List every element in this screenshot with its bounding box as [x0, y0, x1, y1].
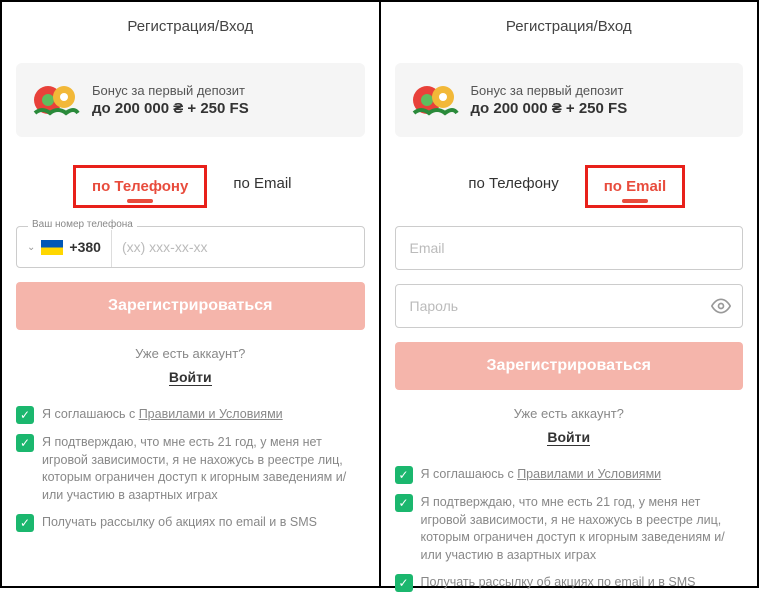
bonus-line1: Бонус за первый депозит: [92, 83, 249, 98]
password-wrap: [395, 284, 744, 342]
bonus-line2: до 200 000 ₴ + 250 FS: [92, 100, 249, 117]
check-age: ✓ Я подтверждаю, что мне есть 21 год, у …: [395, 494, 744, 564]
terms-prefix: Я соглашаюсь с: [42, 407, 139, 421]
checkbox-promo[interactable]: ✓: [16, 514, 34, 532]
checkbox-age[interactable]: ✓: [16, 434, 34, 452]
bonus-line1: Бонус за первый депозит: [471, 83, 628, 98]
page-title: Регистрация/Вход: [395, 18, 744, 35]
register-button[interactable]: Зарегистрироваться: [395, 342, 744, 390]
terms-link[interactable]: Правилами и Условиями: [139, 407, 283, 421]
bonus-line2: до 200 000 ₴ + 250 FS: [471, 100, 628, 117]
country-selector[interactable]: ⌄ +380: [17, 227, 112, 267]
terms-link[interactable]: Правилами и Условиями: [517, 467, 661, 481]
tab-phone[interactable]: по Телефону: [73, 165, 207, 208]
checkbox-terms[interactable]: ✓: [16, 406, 34, 424]
page-title: Регистрация/Вход: [16, 18, 365, 35]
tabs: по Телефону по Email: [395, 165, 744, 208]
check-terms: ✓ Я соглашаюсь с Правилами и Условиями: [16, 406, 365, 424]
email-field[interactable]: [395, 226, 744, 270]
phone-input-group: ⌄ +380: [16, 226, 365, 268]
register-button[interactable]: Зарегистрироваться: [16, 282, 365, 330]
tab-email[interactable]: по Email: [585, 165, 685, 208]
age-text: Я подтверждаю, что мне есть 21 год, у ме…: [42, 434, 365, 504]
check-promo: ✓ Получать рассылку об акциях по email и…: [395, 574, 744, 592]
checkbox-age[interactable]: ✓: [395, 494, 413, 512]
register-panel-email: Регистрация/Вход Бонус за первый депозит…: [381, 2, 758, 586]
chevron-down-icon: ⌄: [27, 242, 35, 253]
checkbox-promo[interactable]: ✓: [395, 574, 413, 592]
age-text: Я подтверждаю, что мне есть 21 год, у ме…: [421, 494, 744, 564]
already-text: Уже есть аккаунт?: [16, 346, 365, 361]
bonus-banner: Бонус за первый депозит до 200 000 ₴ + 2…: [16, 63, 365, 137]
already-text: Уже есть аккаунт?: [395, 406, 744, 421]
check-promo: ✓ Получать рассылку об акциях по email и…: [16, 514, 365, 532]
phone-number-input[interactable]: [112, 239, 364, 255]
terms-prefix: Я соглашаюсь с: [421, 467, 518, 481]
check-age: ✓ Я подтверждаю, что мне есть 21 год, у …: [16, 434, 365, 504]
bonus-icon: [30, 75, 80, 125]
phone-prefix: +380: [69, 239, 101, 255]
bonus-icon: [409, 75, 459, 125]
phone-field-wrap: Ваш номер телефона ⌄ +380: [16, 226, 365, 268]
checkbox-terms[interactable]: ✓: [395, 466, 413, 484]
promo-text: Получать рассылку об акциях по email и в…: [42, 514, 317, 532]
promo-text: Получать рассылку об акциях по email и в…: [421, 574, 696, 592]
bonus-banner: Бонус за первый депозит до 200 000 ₴ + 2…: [395, 63, 744, 137]
login-link[interactable]: Войти: [547, 429, 590, 446]
check-terms: ✓ Я соглашаюсь с Правилами и Условиями: [395, 466, 744, 484]
register-panel-phone: Регистрация/Вход Бонус за первый депозит…: [2, 2, 381, 586]
password-field[interactable]: [395, 284, 744, 328]
phone-label: Ваш номер телефона: [28, 219, 137, 230]
tab-phone[interactable]: по Телефону: [452, 165, 574, 208]
eye-icon[interactable]: [711, 296, 731, 321]
tabs: по Телефону по Email: [16, 165, 365, 208]
flag-ukraine-icon: [41, 240, 63, 255]
tab-email[interactable]: по Email: [217, 165, 307, 208]
login-link[interactable]: Войти: [169, 369, 212, 386]
